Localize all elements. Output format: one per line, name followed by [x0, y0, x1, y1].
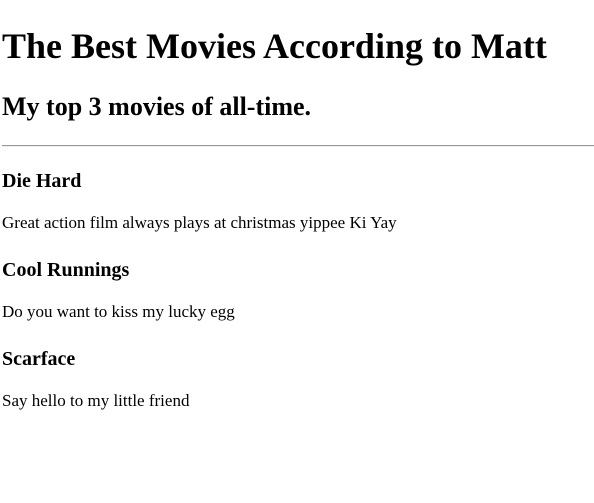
movie-title: Scarface — [2, 348, 76, 370]
movie-description: Great action film always plays at christ… — [2, 213, 397, 232]
page: The Best Movies According to Matt My top… — [0, 0, 594, 503]
movie-description: Do you want to kiss my lucky egg — [2, 302, 235, 321]
page-title: The Best Movies According to Matt — [2, 26, 547, 66]
movie-item-cool-runnings: Cool Runnings Do you want to kiss my luc… — [2, 257, 592, 346]
page-subtitle: My top 3 movies of all-time. — [2, 92, 312, 121]
movie-description: Say hello to my little friend — [2, 391, 190, 410]
movie-title: Die Hard — [2, 170, 82, 192]
movie-item-die-hard: Die Hard Great action film always plays … — [2, 168, 592, 257]
movie-title: Cool Runnings — [2, 259, 130, 281]
movie-item-scarface: Scarface Say hello to my little friend — [2, 346, 592, 435]
movie-list: Die Hard Great action film always plays … — [2, 168, 592, 435]
divider — [2, 145, 594, 147]
